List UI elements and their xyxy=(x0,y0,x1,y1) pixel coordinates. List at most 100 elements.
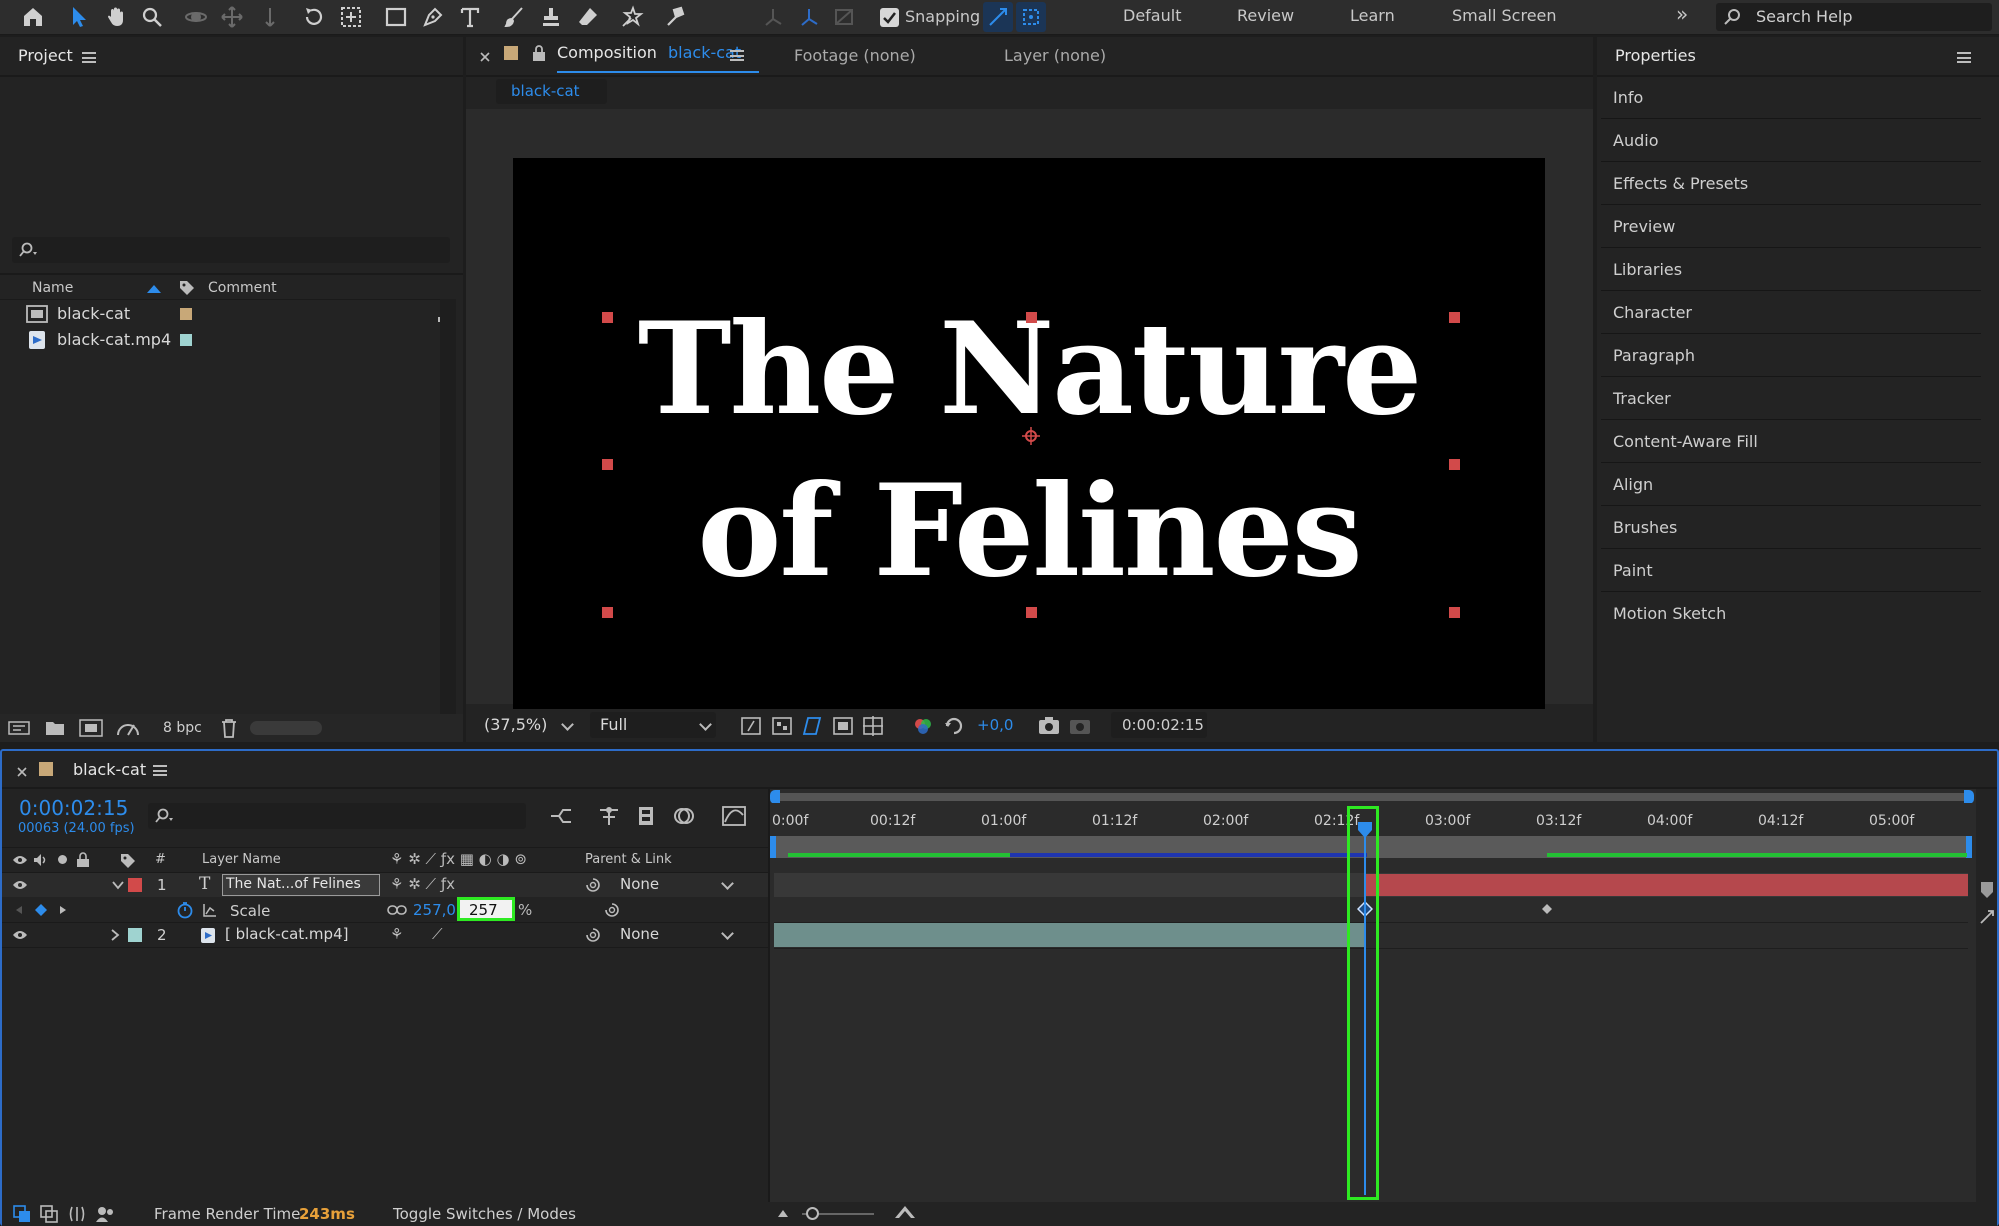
panel-align[interactable]: Align xyxy=(1601,465,1981,506)
pen-tool-icon[interactable] xyxy=(418,2,448,32)
workspace-review[interactable]: Review xyxy=(1237,6,1294,25)
scale-y-input[interactable]: 257 xyxy=(457,897,515,921)
work-area-start[interactable] xyxy=(770,836,776,858)
snapshot-camera-icon[interactable] xyxy=(1038,715,1060,735)
time-navigator[interactable] xyxy=(774,793,1968,801)
new-composition-icon[interactable] xyxy=(79,719,103,737)
exposure-value[interactable]: +0,0 xyxy=(977,716,1013,734)
snap-edges-icon[interactable] xyxy=(983,2,1013,32)
zoom-out-icon[interactable] xyxy=(776,1207,790,1219)
zoom-in-icon[interactable] xyxy=(893,1204,917,1220)
timeline-layer-row[interactable]: 2 [ black-cat.mp4] ⚘ ⟋ None xyxy=(2,923,768,947)
lock-icon[interactable] xyxy=(76,852,90,868)
stopwatch-icon[interactable] xyxy=(176,901,194,919)
dolly-tool-icon[interactable] xyxy=(255,2,285,32)
rectangle-tool-icon[interactable] xyxy=(381,2,411,32)
workspace-overflow-icon[interactable]: » xyxy=(1676,2,1688,26)
brush-tool-icon[interactable] xyxy=(499,2,529,32)
composition-canvas[interactable]: The Nature of Felines xyxy=(513,158,1545,739)
lock-icon[interactable] xyxy=(532,45,546,62)
thumbnail-size-slider[interactable] xyxy=(250,721,322,735)
parent-dropdown[interactable]: None xyxy=(614,873,738,897)
panel-effects-presets[interactable]: Effects & Presets xyxy=(1601,164,1981,205)
layer-1-duration-bar[interactable] xyxy=(1366,874,1968,896)
parent-pickwhip-icon[interactable] xyxy=(585,877,601,893)
panel-brushes[interactable]: Brushes xyxy=(1601,508,1981,549)
layer-switches[interactable]: ⚘ ✲ ⟋ ƒx xyxy=(390,875,455,893)
column-layer-name-header[interactable]: Layer Name xyxy=(202,852,281,867)
resolution-dropdown[interactable]: Full xyxy=(590,712,716,738)
label-tag-icon[interactable] xyxy=(178,279,196,297)
eye-icon[interactable] xyxy=(12,854,28,866)
panel-info[interactable]: Info xyxy=(1601,78,1981,119)
layer-switches-toggle-icon[interactable] xyxy=(13,1205,31,1223)
trash-icon[interactable] xyxy=(220,718,238,738)
orbit-tool-icon[interactable] xyxy=(181,2,211,32)
timeline-current-time[interactable]: 0:00:02:15 xyxy=(19,796,128,820)
layer-in-out-icon[interactable] xyxy=(1978,909,1996,925)
current-time-display[interactable]: 0:00:02:15 xyxy=(1111,712,1207,738)
bit-depth-button[interactable]: 8 bpc xyxy=(163,720,202,736)
layer-name-field[interactable]: The Nat...of Felines xyxy=(222,874,380,896)
search-help-field[interactable]: Search Help xyxy=(1716,3,1992,31)
workspace-small-screen[interactable]: Small Screen xyxy=(1452,6,1557,25)
render-time-icon[interactable] xyxy=(95,1205,115,1223)
composition-viewer[interactable]: The Nature of Felines xyxy=(466,109,1593,739)
panel-audio[interactable]: Audio xyxy=(1601,121,1981,162)
close-icon[interactable] xyxy=(17,767,27,777)
expression-pickwhip-icon[interactable] xyxy=(604,902,620,918)
axis-view-icon[interactable] xyxy=(829,2,859,32)
show-snapshot-icon[interactable] xyxy=(1069,715,1091,735)
label-color-swatch[interactable] xyxy=(180,308,192,320)
clone-stamp-tool-icon[interactable] xyxy=(536,2,566,32)
mask-visibility-icon[interactable] xyxy=(801,715,823,737)
parent-pickwhip-icon[interactable] xyxy=(585,927,601,943)
graph-editor-icon[interactable] xyxy=(721,805,747,827)
panel-tracker[interactable]: Tracker xyxy=(1601,379,1981,420)
solo-icon[interactable] xyxy=(58,855,67,864)
transform-handle[interactable] xyxy=(1026,607,1037,618)
tab-composition[interactable]: Composition black-cat xyxy=(557,43,759,73)
timeline-zoom-thumb[interactable] xyxy=(806,1207,819,1220)
panel-paragraph[interactable]: Paragraph xyxy=(1601,336,1981,377)
constrain-proportions-icon[interactable] xyxy=(387,904,407,916)
timeline-search-input[interactable] xyxy=(148,803,526,829)
navigator-end-handle[interactable] xyxy=(1964,790,1974,804)
timeline-menu-icon[interactable] xyxy=(153,765,167,776)
reset-exposure-icon[interactable] xyxy=(943,715,965,737)
panel-libraries[interactable]: Libraries xyxy=(1601,250,1981,291)
transform-handle[interactable] xyxy=(602,607,613,618)
type-tool-icon[interactable] xyxy=(455,2,485,32)
label-color-swatch[interactable] xyxy=(128,878,142,892)
motion-blur-icon[interactable] xyxy=(672,805,696,827)
draft-3d-icon[interactable] xyxy=(597,805,621,827)
column-parent-header[interactable]: Parent & Link xyxy=(585,852,672,867)
column-comment-header[interactable]: Comment xyxy=(208,280,277,296)
comp-breadcrumb[interactable]: black-cat xyxy=(496,79,607,104)
panel-content-aware-fill[interactable]: Content-Aware Fill xyxy=(1601,422,1981,463)
fast-previews-icon[interactable] xyxy=(740,715,762,737)
in-out-columns-icon[interactable] xyxy=(68,1205,86,1223)
frame-blending-icon[interactable] xyxy=(635,805,659,827)
sort-ascending-icon[interactable] xyxy=(146,284,162,294)
comp-marker-bin-icon[interactable] xyxy=(1980,881,1994,899)
properties-menu-icon[interactable] xyxy=(1957,52,1971,63)
project-item[interactable]: black-cat xyxy=(0,301,440,327)
toggle-switches-modes-button[interactable]: Toggle Switches / Modes xyxy=(393,1205,576,1223)
label-color-swatch[interactable] xyxy=(128,928,142,942)
transparency-grid-icon[interactable] xyxy=(771,715,793,737)
selection-tool-icon[interactable] xyxy=(64,2,94,32)
next-keyframe-icon[interactable] xyxy=(59,905,67,915)
transform-handle[interactable] xyxy=(1449,312,1460,323)
column-name-header[interactable]: Name xyxy=(32,280,73,296)
axis-world-icon[interactable] xyxy=(794,2,824,32)
eye-icon[interactable] xyxy=(12,879,28,891)
workspace-default[interactable]: Default xyxy=(1123,6,1181,25)
new-folder-icon[interactable] xyxy=(45,719,65,737)
timeline-comp-tab[interactable]: black-cat xyxy=(73,760,146,779)
project-search-input[interactable] xyxy=(12,237,450,263)
transform-handle[interactable] xyxy=(602,459,613,470)
timeline-layer-row[interactable]: 1 T The Nat...of Felines ⚘ ✲ ⟋ ƒx None xyxy=(2,873,768,897)
audio-speaker-icon[interactable] xyxy=(32,852,48,868)
panel-paint[interactable]: Paint xyxy=(1601,551,1981,592)
